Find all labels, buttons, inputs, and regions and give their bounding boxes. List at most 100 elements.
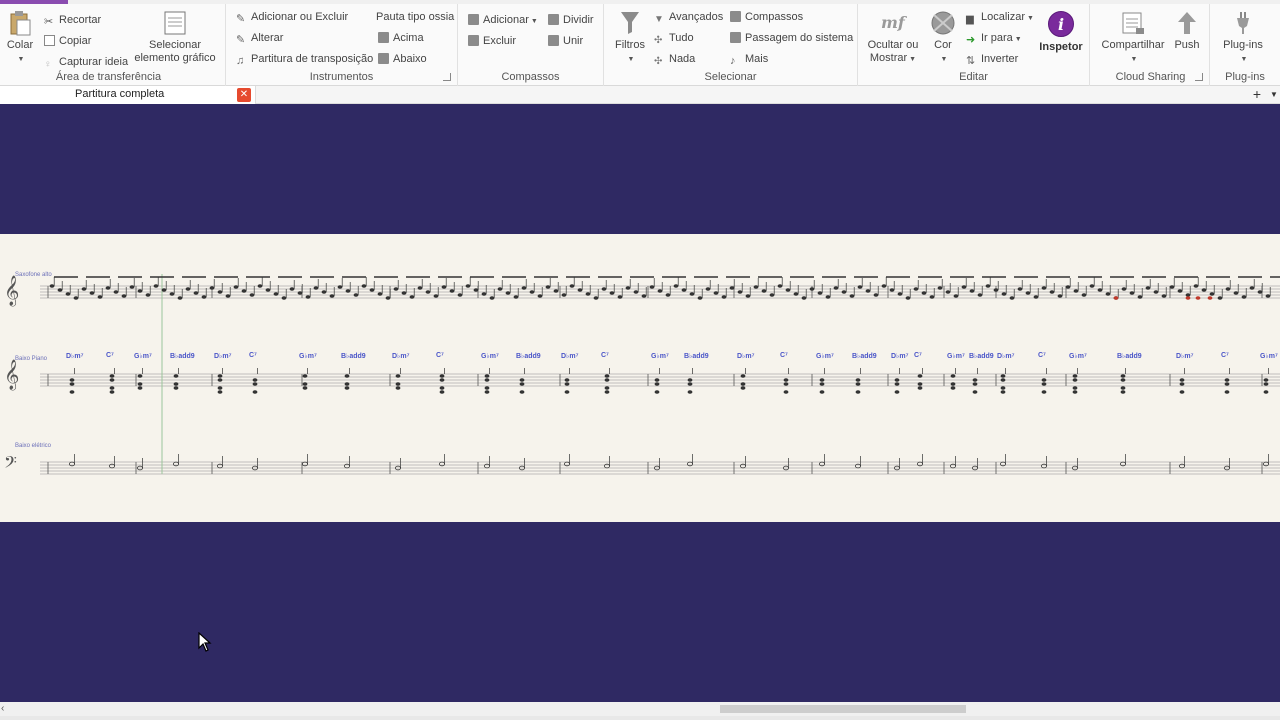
select-none-button[interactable]: ✣ Nada [654, 51, 695, 67]
cloud-sharing-dialog-launcher-icon[interactable] [1195, 73, 1203, 81]
find-button[interactable]: ▆ Localizar ▼ [966, 9, 1034, 25]
piano-chord-note [1041, 378, 1047, 382]
chord-symbol[interactable]: G♭m⁷ [299, 352, 317, 360]
split-bar-button[interactable]: Dividir [548, 12, 594, 28]
chord-symbol[interactable]: D♭m⁷ [737, 352, 754, 360]
sax-note [705, 287, 711, 291]
goto-button[interactable]: ➜ Ir para ▼ [966, 30, 1022, 46]
paste-button[interactable]: Colar ▼ [4, 10, 36, 66]
piano-chord-note [439, 378, 445, 382]
chord-symbol[interactable]: G♭m⁷ [651, 352, 669, 360]
sax-note [489, 296, 495, 300]
instruments-dialog-launcher-icon[interactable] [443, 73, 451, 81]
chord-symbol[interactable]: D♭m⁷ [1176, 352, 1193, 360]
sax-note [1145, 286, 1151, 290]
piano-chord-note [519, 382, 525, 386]
scroll-left-arrow-icon[interactable]: ‹ [1, 703, 4, 714]
chord-symbol[interactable]: C⁷ [780, 352, 788, 359]
filters-button[interactable]: Filtros ▼ [612, 10, 648, 66]
score-page[interactable]: Saxofone alto Baixo Piano Baixo elétrico… [0, 234, 1280, 522]
chord-symbol[interactable]: B♭add9 [969, 352, 994, 360]
chord-symbol[interactable]: G♭m⁷ [481, 352, 499, 360]
chord-symbol-row: D♭m⁷ C⁷ G♭m⁷ B♭add9 D♭m⁷ C⁷ G♭m⁷ B♭add9 D♭m⁷ C⁷ G♭… [0, 352, 1280, 362]
bass-half-note [564, 461, 571, 467]
select-group: Filtros ▼ ▼ Avançados ✣ Tudo ✣ Nada Compasso… [604, 4, 858, 86]
share-button[interactable]: Compartilhar ▼ [1100, 10, 1166, 66]
select-more-button[interactable]: ♪ Mais [730, 51, 768, 67]
ossia-above-button[interactable]: Acima [378, 30, 424, 46]
join-bar-button[interactable]: Unir [548, 33, 583, 49]
hide-show-button[interactable]: mf Ocultar ou Mostrar ▼ [862, 10, 924, 66]
chord-symbol[interactable]: C⁷ [914, 352, 922, 359]
chord-symbol[interactable]: G♭m⁷ [1069, 352, 1087, 360]
push-button[interactable]: Push [1172, 10, 1202, 52]
chord-symbol[interactable]: B♭add9 [852, 352, 877, 360]
plugins-button[interactable]: Plug-ins ▼ [1218, 10, 1268, 66]
add-remove-instruments-button[interactable]: ✎ Adicionar ou Excluir [236, 9, 348, 25]
cut-button[interactable]: ✂ Recortar [44, 12, 101, 28]
piano-chord-note [302, 382, 308, 386]
tab-list-dropdown-icon[interactable]: ▼ [1268, 87, 1280, 102]
chord-symbol[interactable]: B♭add9 [516, 352, 541, 360]
add-bar-button[interactable]: Adicionar ▼ [468, 12, 538, 28]
chord-symbol[interactable]: D♭m⁷ [66, 352, 83, 360]
transposing-score-toggle[interactable]: ♫ Partitura de transposição [236, 51, 373, 67]
chord-symbol[interactable]: D♭m⁷ [891, 352, 908, 360]
select-all-button[interactable]: ✣ Tudo [654, 30, 694, 46]
system-passage-button[interactable]: Passagem do sistema [730, 30, 853, 46]
piano-chord-note [69, 390, 75, 394]
join-bar-icon [548, 35, 559, 46]
system-passage-icon [730, 32, 741, 43]
sax-note [177, 296, 183, 300]
piano-chord-note [604, 386, 610, 390]
flip-button[interactable]: ⇅ Inverter [966, 51, 1018, 67]
inspector-button[interactable]: i Inspetor [1038, 10, 1084, 54]
color-button[interactable]: Cor ▼ [928, 10, 958, 66]
chord-symbol[interactable]: C⁷ [1038, 352, 1046, 359]
chord-symbol[interactable]: B♭add9 [341, 352, 366, 360]
advanced-filter-button[interactable]: ▼ Avançados [654, 9, 723, 25]
bass-half-note [1120, 461, 1127, 467]
chord-symbol[interactable]: B♭add9 [1117, 352, 1142, 360]
new-tab-plus-icon[interactable]: + [1250, 87, 1264, 102]
sax-note [577, 288, 583, 292]
chord-symbol[interactable]: C⁷ [601, 352, 609, 359]
sax-note [241, 289, 247, 293]
chord-symbol[interactable]: D♭m⁷ [997, 352, 1014, 360]
chord-symbol[interactable]: D♭m⁷ [561, 352, 578, 360]
chord-symbol[interactable]: G♭m⁷ [1260, 352, 1278, 360]
piano-chord-note [687, 378, 693, 382]
piano-chord-note [687, 390, 693, 394]
horizontal-scrollbar[interactable]: ‹ [0, 702, 1280, 716]
delete-bar-button[interactable]: Excluir [468, 33, 516, 49]
close-tab-icon[interactable]: ✕ [237, 88, 251, 102]
chord-symbol[interactable]: G♭m⁷ [947, 352, 965, 360]
sax-note [897, 292, 903, 296]
chord-symbol[interactable]: C⁷ [106, 352, 114, 359]
chord-symbol[interactable]: C⁷ [436, 352, 444, 359]
chord-symbol[interactable]: B♭add9 [684, 352, 709, 360]
ossia-below-button[interactable]: Abaixo [378, 51, 427, 67]
change-instrument-button[interactable]: ✎ Alterar [236, 30, 283, 46]
chord-symbol[interactable]: C⁷ [1221, 352, 1229, 359]
chord-symbol[interactable]: G♭m⁷ [816, 352, 834, 360]
tab-full-score[interactable]: Partitura completa ✕ [0, 86, 256, 104]
piano-chord-note [173, 382, 179, 386]
select-bars-button[interactable]: Compassos [730, 9, 803, 25]
capture-idea-button[interactable]: ♀ Capturar ideia [44, 54, 128, 70]
chord-symbol[interactable]: C⁷ [249, 352, 257, 359]
sax-note [905, 296, 911, 300]
scrollbar-thumb[interactable] [720, 705, 966, 713]
bass-half-note [917, 461, 924, 467]
select-graphic-button[interactable]: Selecionar elemento gráfico [134, 10, 216, 65]
piano-chord-note [1000, 374, 1006, 378]
chord-symbol[interactable]: G♭m⁷ [134, 352, 152, 360]
chord-symbol[interactable]: D♭m⁷ [392, 352, 409, 360]
score-canvas[interactable]: Saxofone alto Baixo Piano Baixo elétrico… [0, 104, 1280, 702]
copy-button[interactable]: Copiar [44, 33, 91, 49]
chord-symbol[interactable]: D♭m⁷ [214, 352, 231, 360]
piano-chord-note [137, 386, 143, 390]
piano-chord-note [604, 378, 610, 382]
piano-chord-note [1179, 390, 1185, 394]
chord-symbol[interactable]: B♭add9 [170, 352, 195, 360]
